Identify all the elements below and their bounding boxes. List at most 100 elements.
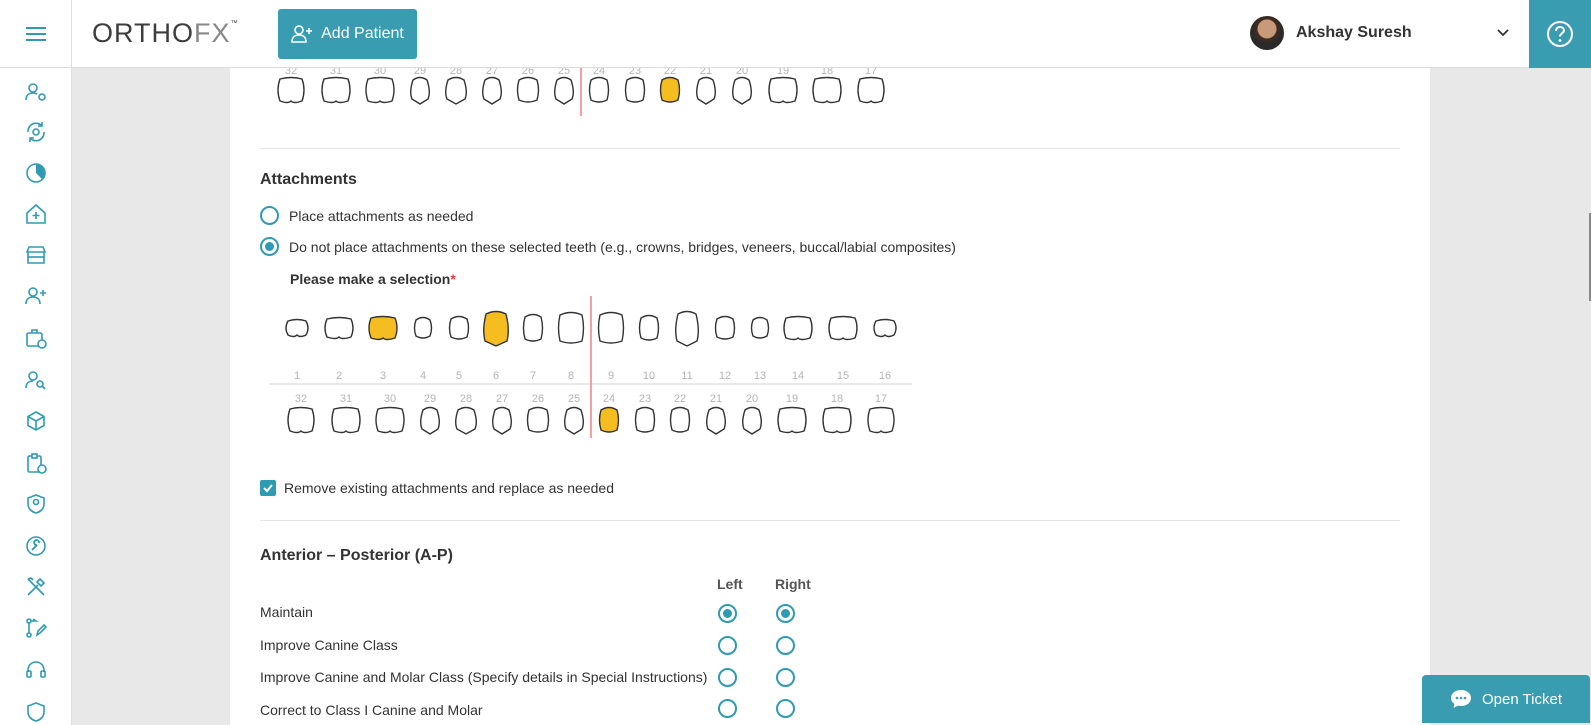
tooth-number: 17 [865,68,877,77]
tooth-31[interactable] [331,406,361,434]
user-search-icon[interactable] [24,368,48,392]
ap-canine-left-radio[interactable] [718,636,737,655]
chevron-down-icon[interactable] [1496,28,1510,38]
sidebar [0,68,72,725]
check-icon [263,484,273,493]
tooth-number: 32 [295,393,307,405]
tooth-6[interactable] [483,310,509,347]
tooth-1[interactable] [285,318,309,338]
refresh-gear-icon[interactable] [24,120,48,144]
tooth-11[interactable] [675,310,699,347]
remove-attachments-checkbox[interactable] [260,480,276,496]
tooth-25[interactable] [564,406,584,435]
clinic-icon[interactable] [24,202,48,226]
tooth-19[interactable] [777,406,807,434]
cube-icon[interactable] [24,409,48,433]
wrench-circle-icon[interactable] [24,534,48,558]
radio-as-needed[interactable] [260,206,279,225]
tooth-number: 19 [786,393,798,405]
user-menu[interactable]: Akshay Suresh [1250,16,1510,50]
tooth-22[interactable] [659,76,681,103]
user-gear-icon[interactable] [24,80,48,104]
ap-canine-right-radio[interactable] [776,636,795,655]
tooth-number: 28 [460,393,472,405]
hamburger-menu-icon[interactable] [0,0,72,68]
tooth-number: 28 [450,68,462,77]
tooth-16[interactable] [873,318,897,338]
tooth-28[interactable] [445,76,467,105]
workflow-edit-icon[interactable] [24,616,48,640]
tooth-17[interactable] [867,406,895,434]
tooth-10[interactable] [638,314,660,341]
tooth-27[interactable] [482,76,502,105]
store-icon[interactable] [24,243,48,267]
tooth-20[interactable] [732,76,752,105]
tooth-2[interactable] [324,316,354,340]
tooth-number: 9 [608,370,614,382]
attachments-option-do-not-place[interactable]: Do not place attachments on these select… [260,237,956,256]
add-user-icon[interactable] [24,284,48,308]
tooth-4[interactable] [413,316,433,339]
tooth-number: 2 [336,370,342,382]
radio-do-not-place[interactable] [260,237,279,256]
tooth-32[interactable] [277,76,305,104]
clipboard-clock-icon[interactable] [24,451,48,475]
tooth-18[interactable] [822,406,852,434]
tooth-29[interactable] [410,76,430,105]
tooth-number: 21 [710,393,722,405]
tooth-32[interactable] [287,406,315,434]
tooth-18[interactable] [812,76,842,104]
tooth-26[interactable] [526,406,550,433]
tooth-number: 27 [496,393,508,405]
tooth-20[interactable] [742,406,762,435]
tooth-15[interactable] [828,315,858,341]
tooth-30[interactable] [365,76,395,104]
tooth-25[interactable] [554,76,574,105]
tooth-30[interactable] [375,406,405,434]
ap-canine-molar-right-radio[interactable] [776,668,795,687]
tooth-number: 29 [424,393,436,405]
tooth-17[interactable] [857,76,885,104]
open-ticket-button[interactable]: Open Ticket [1422,675,1590,723]
tooth-29[interactable] [420,406,440,435]
tooth-5[interactable] [448,315,470,340]
tools-icon[interactable] [24,575,48,599]
tooth-3[interactable] [368,315,398,341]
help-icon [1547,21,1573,47]
tooth-26[interactable] [516,76,540,103]
tooth-27[interactable] [492,406,512,435]
ap-canine-molar-left-radio[interactable] [718,668,737,687]
tooth-12[interactable] [714,315,736,340]
tooth-23[interactable] [624,76,646,103]
ap-col-left: Left [717,576,743,592]
tooth-8[interactable] [557,311,585,344]
pie-chart-icon[interactable] [24,161,48,185]
ap-class-one-right-radio[interactable] [776,699,795,718]
tooth-19[interactable] [768,76,798,104]
tooth-28[interactable] [455,406,477,435]
headset-icon[interactable] [24,658,48,682]
ap-class-one-left-radio[interactable] [718,699,737,718]
tooth-14[interactable] [783,315,813,341]
tooth-31[interactable] [321,76,351,104]
tooth-24[interactable] [588,76,610,103]
help-button[interactable] [1529,0,1591,68]
shield-icon[interactable] [24,700,48,724]
remove-attachments-checkbox-row[interactable]: Remove existing attachments and replace … [260,480,614,496]
ap-maintain-left-radio[interactable] [718,604,737,623]
briefcase-clock-icon[interactable] [24,326,48,350]
tooth-9[interactable] [597,311,625,344]
tooth-21[interactable] [706,406,726,435]
attachments-option-as-needed[interactable]: Place attachments as needed [260,206,473,225]
tooth-21[interactable] [696,76,716,105]
tooth-24[interactable] [598,406,620,433]
ap-maintain-right-radio[interactable] [776,604,795,623]
tooth-number: 5 [456,370,462,382]
orthofx-logo[interactable]: ORTHOFX™ [92,18,239,49]
tooth-22[interactable] [669,406,691,433]
shield-user-icon[interactable] [24,492,48,516]
add-patient-button[interactable]: Add Patient [278,9,417,59]
tooth-13[interactable] [750,316,770,339]
tooth-23[interactable] [634,406,656,433]
tooth-7[interactable] [522,313,544,342]
